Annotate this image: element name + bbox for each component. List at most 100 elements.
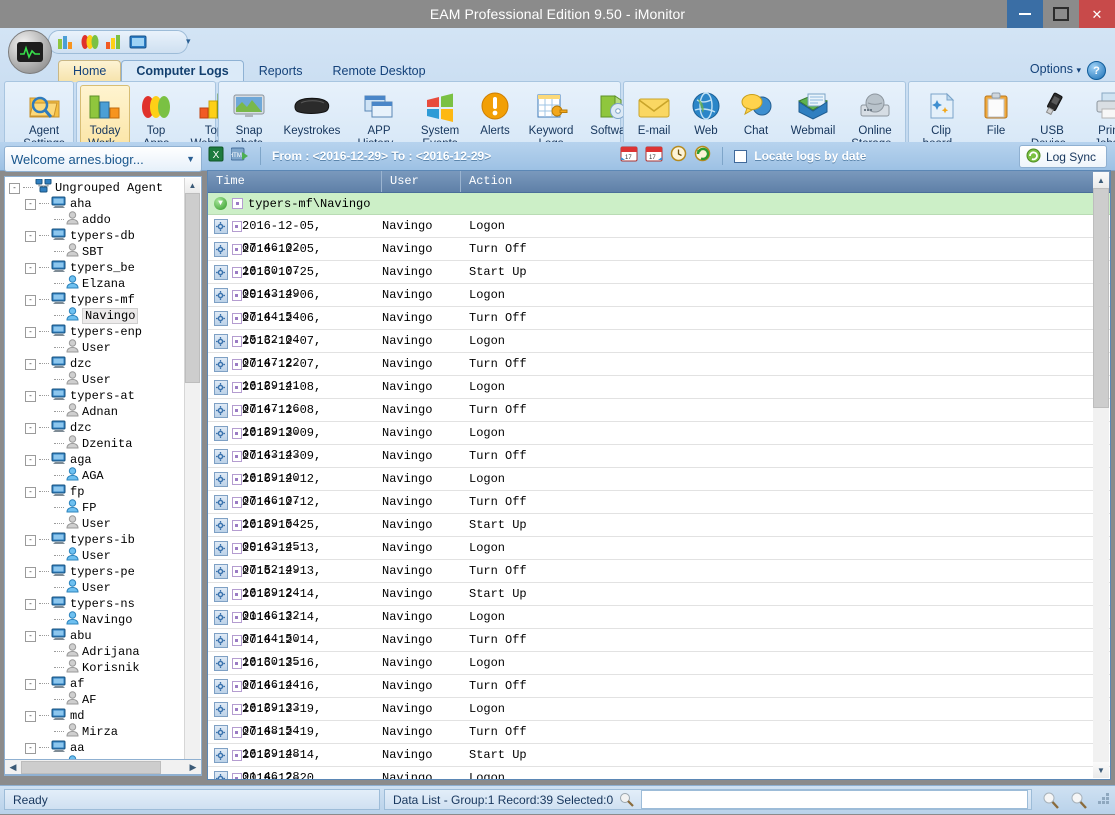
column-header-time[interactable]: Time bbox=[208, 171, 382, 192]
tree-expander-icon[interactable]: - bbox=[25, 358, 36, 370]
row-checkbox-icon[interactable] bbox=[231, 703, 242, 715]
tree-node[interactable]: - typers-pe bbox=[9, 564, 189, 580]
gear-icon[interactable] bbox=[214, 471, 228, 487]
locate-logs-checkbox[interactable] bbox=[734, 149, 748, 163]
tree-expander-icon[interactable]: - bbox=[9, 182, 20, 194]
table-row[interactable]: 2016-12-12, 07:46:07 Navingo Logon bbox=[208, 468, 1110, 508]
zoom-in-icon[interactable] bbox=[1070, 792, 1087, 809]
gear-icon[interactable] bbox=[214, 540, 228, 556]
tree-scroll-thumb[interactable] bbox=[185, 193, 200, 383]
scroll-up-icon[interactable]: ▲ bbox=[1093, 172, 1109, 188]
gear-icon[interactable] bbox=[214, 448, 228, 464]
row-checkbox-icon[interactable] bbox=[231, 611, 242, 623]
gear-icon[interactable] bbox=[214, 241, 228, 257]
refresh-icon[interactable] bbox=[694, 145, 711, 167]
tree-expander-icon[interactable]: - bbox=[25, 198, 36, 210]
tree-node[interactable]: User bbox=[9, 371, 189, 388]
qat-top-apps-icon[interactable] bbox=[81, 34, 99, 50]
tab-home[interactable]: Home bbox=[58, 60, 122, 82]
search-icon[interactable] bbox=[619, 792, 635, 808]
welcome-dropdown[interactable]: Welcome arnes.biogr... ▼ bbox=[4, 146, 202, 172]
tree-node[interactable]: Adnan bbox=[9, 403, 189, 420]
tree-node[interactable]: - aa bbox=[9, 740, 189, 756]
table-row[interactable]: 2016-12-14, 01:46:28 Navingo Start Up bbox=[208, 744, 1110, 779]
tree-expander-icon[interactable]: - bbox=[25, 262, 36, 274]
row-checkbox-icon[interactable] bbox=[231, 427, 242, 439]
tree-expander-icon[interactable]: - bbox=[25, 230, 36, 242]
row-checkbox-icon[interactable] bbox=[231, 565, 242, 577]
tree-node[interactable]: AGA bbox=[9, 467, 189, 484]
tree-horizontal-scrollbar[interactable]: ◀ ▶ bbox=[4, 759, 202, 775]
tree-node[interactable]: - typers-enp bbox=[9, 324, 189, 340]
tree-node[interactable]: Elzana bbox=[9, 275, 189, 292]
tree-expander-icon[interactable]: - bbox=[25, 454, 36, 466]
tree-node[interactable]: - aha bbox=[9, 196, 189, 212]
table-row[interactable]: 2016-12-14, 01:46:32 Navingo Start Up bbox=[208, 583, 1110, 623]
tab-computer-logs[interactable]: Computer Logs bbox=[121, 60, 244, 82]
tree-node[interactable]: - aga bbox=[9, 452, 189, 468]
row-checkbox-icon[interactable] bbox=[231, 266, 242, 278]
tree-node[interactable]: - af bbox=[9, 676, 189, 692]
column-header-user[interactable]: User bbox=[382, 171, 461, 192]
zoom-out-icon[interactable] bbox=[1042, 792, 1059, 809]
table-row[interactable]: 2016-12-16, 16:29:33 Navingo Turn Off bbox=[208, 675, 1110, 715]
gear-icon[interactable] bbox=[214, 609, 228, 625]
row-checkbox-icon[interactable] bbox=[231, 450, 242, 462]
table-row[interactable]: 2016-12-13, 07:52:49 Navingo Logon bbox=[208, 537, 1110, 577]
column-header-action[interactable]: Action bbox=[461, 171, 1081, 192]
options-menu[interactable]: Options ▾ bbox=[1030, 62, 1081, 76]
row-checkbox-icon[interactable] bbox=[231, 243, 242, 255]
row-checkbox-icon[interactable] bbox=[231, 772, 242, 779]
gear-icon[interactable] bbox=[214, 747, 228, 763]
gear-icon[interactable] bbox=[214, 379, 228, 395]
tree-node[interactable]: - typers-db bbox=[9, 228, 189, 244]
tree-node[interactable]: - Ungrouped Agent bbox=[9, 178, 189, 196]
help-button[interactable]: ? bbox=[1087, 61, 1106, 80]
tree-node[interactable]: - typers_be bbox=[9, 260, 189, 276]
table-row[interactable]: 2016-12-07, 16:29:41 Navingo Turn Off bbox=[208, 353, 1110, 393]
gear-icon[interactable] bbox=[214, 425, 228, 441]
row-checkbox-icon[interactable] bbox=[231, 404, 242, 416]
tree-expander-icon[interactable]: - bbox=[25, 630, 36, 642]
gear-icon[interactable] bbox=[214, 724, 228, 740]
tree-node[interactable]: User bbox=[9, 579, 189, 596]
row-checkbox-icon[interactable] bbox=[231, 381, 242, 393]
table-row[interactable]: 2016-12-05, 07:46:02 Navingo Logon bbox=[208, 215, 1110, 255]
resize-grip-icon[interactable] bbox=[1098, 793, 1111, 806]
gear-icon[interactable] bbox=[214, 264, 228, 280]
tree-expander-icon[interactable]: - bbox=[25, 710, 36, 722]
tree-node[interactable]: FP bbox=[9, 499, 189, 516]
export-html-icon[interactable]: HTML bbox=[229, 146, 249, 167]
table-row[interactable]: 2016-12-20, 07:46:06 Navingo Logon bbox=[208, 767, 1110, 779]
gear-icon[interactable] bbox=[214, 632, 228, 648]
tree-hscroll-thumb[interactable] bbox=[21, 760, 161, 774]
table-row[interactable]: 2016-12-19, 07:48:54 Navingo Logon bbox=[208, 698, 1110, 738]
tree-node[interactable]: addo bbox=[9, 211, 189, 228]
row-checkbox-icon[interactable] bbox=[231, 289, 242, 301]
tree-node[interactable]: - typers-ns bbox=[9, 596, 189, 612]
row-checkbox-icon[interactable] bbox=[231, 634, 242, 646]
tree-node[interactable]: - typers-mf bbox=[9, 292, 189, 308]
row-checkbox-icon[interactable] bbox=[231, 496, 242, 508]
tree-node[interactable]: Navingo bbox=[9, 611, 189, 628]
group-checkbox-icon[interactable] bbox=[232, 198, 243, 209]
tree-node[interactable]: - dzc bbox=[9, 356, 189, 372]
row-checkbox-icon[interactable] bbox=[231, 588, 242, 600]
agent-tree[interactable]: - Ungrouped Agent - aha addo - typers-db SBT - ty… bbox=[4, 176, 202, 776]
tree-expander-icon[interactable]: - bbox=[25, 326, 36, 338]
table-row[interactable]: 2016-10-25, 09:43:49 Navingo Start Up bbox=[208, 261, 1110, 301]
tree-node[interactable]: - md bbox=[9, 708, 189, 724]
tree-expander-icon[interactable]: - bbox=[25, 534, 36, 546]
tree-node[interactable]: - typers-ib bbox=[9, 532, 189, 548]
table-group-row[interactable]: ▼ typers-mf\Navingo bbox=[208, 193, 1110, 215]
row-checkbox-icon[interactable] bbox=[231, 680, 242, 692]
qat-bar-chart-icon[interactable] bbox=[57, 34, 75, 50]
qat-screen-icon[interactable] bbox=[129, 34, 147, 50]
table-row[interactable]: 2016-12-07, 07:47:22 Navingo Logon bbox=[208, 330, 1110, 370]
row-checkbox-icon[interactable] bbox=[231, 542, 242, 554]
gear-icon[interactable] bbox=[214, 402, 228, 418]
tree-expander-icon[interactable]: - bbox=[25, 486, 36, 498]
gear-icon[interactable] bbox=[214, 770, 228, 779]
from-date-icon[interactable]: 17 bbox=[620, 145, 638, 167]
row-checkbox-icon[interactable] bbox=[231, 749, 242, 761]
